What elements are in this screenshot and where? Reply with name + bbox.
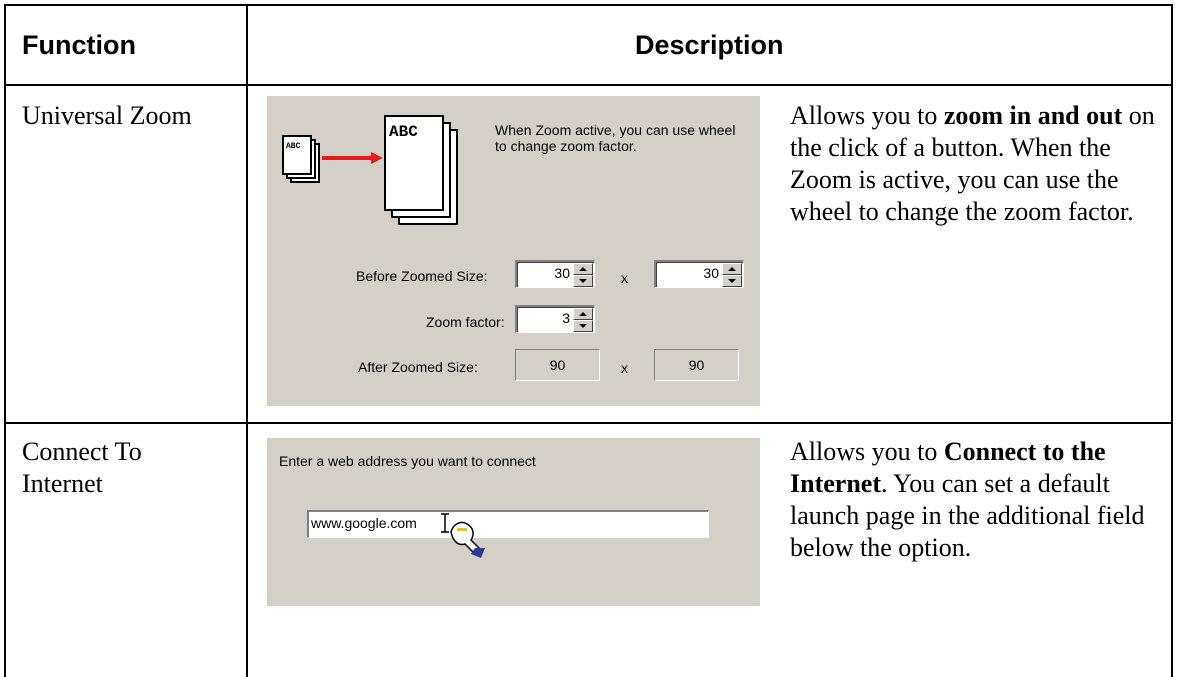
before-width-value: 30 xyxy=(554,265,570,281)
connect-prompt: Enter a web address you want to connect xyxy=(279,453,536,469)
before-height-stepper[interactable]: 30 xyxy=(654,260,744,288)
icon-large-text: ABC xyxy=(389,123,418,141)
connect-description: Allows you to Connect to the Internet. Y… xyxy=(790,437,1145,562)
zoom-hint: When Zoom active, you can use wheel to c… xyxy=(495,122,736,154)
web-address-input[interactable]: www.google.com xyxy=(307,510,709,538)
before-zoomed-label: Before Zoomed Size: xyxy=(356,268,488,284)
spin-up-icon[interactable] xyxy=(573,308,593,320)
table-border-left xyxy=(4,4,6,677)
times-sign-1: x xyxy=(621,270,628,286)
times-sign-2: x xyxy=(621,360,628,376)
spin-down-icon[interactable] xyxy=(722,275,742,287)
connect-dialog: Enter a web address you want to connect … xyxy=(267,438,760,606)
zoom-factor-label: Zoom factor: xyxy=(426,314,505,330)
spin-up-icon[interactable] xyxy=(573,263,593,275)
zoom-factor-stepper[interactable]: 3 xyxy=(515,305,595,333)
zoom-factor-value: 3 xyxy=(562,310,570,326)
zoom-description: Allows you to zoom in and out on the cli… xyxy=(790,101,1155,226)
spin-up-icon[interactable] xyxy=(722,263,742,275)
after-zoomed-label: After Zoomed Size: xyxy=(358,359,478,375)
header-description: Description xyxy=(635,30,784,60)
zoom-description-bold: zoom in and out xyxy=(943,101,1123,130)
after-width-field: 90 xyxy=(515,349,600,381)
spin-down-icon[interactable] xyxy=(573,275,593,287)
spin-down-icon[interactable] xyxy=(573,320,593,332)
table-border-header xyxy=(4,84,1173,86)
before-height-spin[interactable] xyxy=(722,263,742,287)
before-width-stepper[interactable]: 30 xyxy=(515,260,595,288)
function-universal-zoom: Universal Zoom xyxy=(22,101,192,130)
table-border-row1 xyxy=(4,422,1173,424)
before-width-spin[interactable] xyxy=(573,263,593,287)
function-connect-to-internet: Connect To Internet xyxy=(22,437,142,498)
zoom-icon: ABC ABC xyxy=(282,115,458,225)
table-border-col1 xyxy=(246,4,248,677)
after-height-field: 90 xyxy=(654,349,739,381)
icon-small-text: ABC xyxy=(286,142,301,151)
hand-cursor-icon xyxy=(441,513,485,558)
zoom-dialog: ABC ABC When Zoom active, you can use wh… xyxy=(267,96,760,406)
feature-table: Function Description Universal Zoom ABC … xyxy=(0,0,1179,677)
table-border-right xyxy=(1171,4,1173,677)
zoom-factor-spin[interactable] xyxy=(573,308,593,332)
table-border-top xyxy=(4,4,1173,6)
before-height-value: 30 xyxy=(703,265,719,281)
header-function: Function xyxy=(22,30,136,60)
